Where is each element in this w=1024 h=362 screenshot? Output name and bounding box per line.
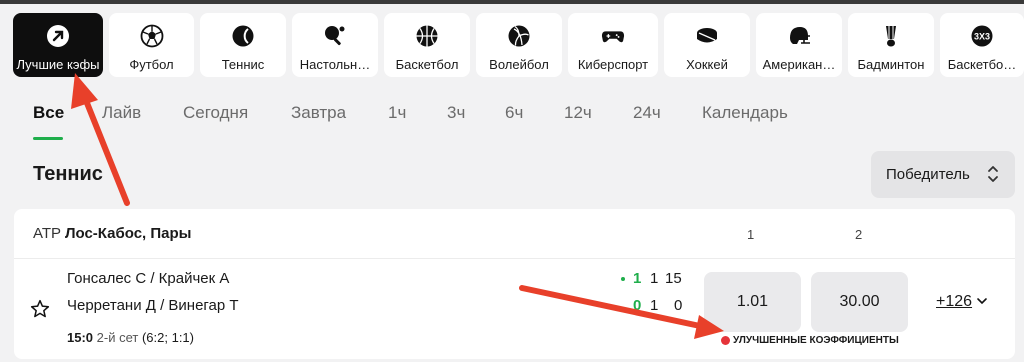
sport-tile-american-football[interactable]: Американ…	[756, 13, 842, 77]
team-away[interactable]: Черретани Д / Винегар Т	[67, 297, 239, 314]
market-select-label: Победитель	[886, 166, 970, 183]
sport-tile-esports[interactable]: Киберспорт	[568, 13, 658, 77]
sport-tile-basketball-3x3[interactable]: 3X3 Баскетбо…	[940, 13, 1024, 77]
odd-value: 30.00	[839, 293, 880, 310]
sport-label: Хоккей	[686, 57, 728, 72]
tab-1h[interactable]: 1ч	[388, 103, 406, 123]
table-tennis-icon	[323, 24, 347, 48]
volleyball-icon	[507, 24, 531, 48]
odd-value: 1.01	[736, 293, 769, 310]
tab-6h[interactable]: 6ч	[505, 103, 523, 123]
team1-games: 1	[650, 270, 659, 287]
tab-3h[interactable]: 3ч	[447, 103, 465, 123]
boost-label: УЛУЧШЕННЫЕ КОЭФФИЦИЕНТЫ	[733, 335, 899, 346]
top-border	[0, 0, 1024, 4]
set-scores: (6:2; 1:1)	[141, 330, 194, 345]
team2-games: 1	[650, 297, 659, 314]
column-header-1: 1	[747, 227, 755, 242]
chevron-up-down-icon	[987, 164, 999, 188]
league-category: ATP	[33, 225, 61, 242]
boost-icon	[721, 336, 730, 345]
tennis-icon	[231, 24, 255, 48]
svg-text:3X3: 3X3	[974, 32, 990, 42]
sport-tile-hockey[interactable]: Хоккей	[664, 13, 750, 77]
sport-label: Американ…	[762, 57, 836, 72]
favorite-star-icon[interactable]	[30, 299, 50, 324]
sports-nav: Лучшие кэфы Футбол Теннис Настольн… Баск…	[13, 13, 1024, 77]
sport-tile-badminton[interactable]: Бадминтон	[848, 13, 934, 77]
league-name: Лос-Кабос, Пары	[64, 225, 192, 242]
shuttlecock-icon	[879, 24, 903, 48]
football-icon	[140, 24, 164, 48]
tab-24h[interactable]: 24ч	[633, 103, 661, 123]
tab-all[interactable]: Все	[33, 103, 64, 123]
tab-12h[interactable]: 12ч	[564, 103, 592, 123]
sport-tile-table-tennis[interactable]: Настольн…	[292, 13, 378, 77]
active-tab-indicator	[33, 137, 63, 140]
team1-sets: 1	[633, 270, 642, 287]
sport-label: Баскетбол	[395, 57, 459, 72]
more-markets-button[interactable]: +126	[936, 293, 988, 311]
market-select[interactable]: Победитель	[871, 151, 1015, 198]
tab-tomorrow[interactable]: Завтра	[291, 103, 346, 123]
hockey-puck-icon	[695, 24, 719, 48]
odd-button-2[interactable]: 30.00	[811, 272, 908, 332]
sport-label: Футбол	[129, 57, 174, 72]
sport-tile-volleyball[interactable]: Волейбол	[476, 13, 562, 77]
sport-label: Бадминтон	[857, 57, 925, 72]
3x3-basketball-icon: 3X3	[970, 24, 994, 48]
more-markets-count: +126	[936, 293, 973, 310]
arrow-up-right-icon	[46, 24, 70, 48]
boosted-odds-badge: УЛУЧШЕННЫЕ КОЭФФИЦИЕНТЫ	[721, 335, 899, 346]
sport-label: Баскетбо…	[947, 57, 1017, 72]
section-title: Теннис	[33, 163, 103, 185]
odd-button-1[interactable]: 1.01	[704, 272, 801, 332]
set-label: 2-й сет	[96, 330, 139, 345]
tab-today[interactable]: Сегодня	[183, 103, 248, 123]
serve-indicator	[621, 277, 625, 281]
sport-label: Теннис	[221, 57, 265, 72]
team2-points: 0	[674, 297, 683, 314]
league-title[interactable]: ATP Лос-Кабос, Пары	[33, 225, 191, 242]
event-card: ATP Лос-Кабос, Пары 1 2 Гонсалес С / Кра…	[14, 209, 1015, 359]
column-header-2: 2	[855, 227, 863, 242]
sport-label: Волейбол	[489, 57, 549, 72]
team2-sets: 0	[633, 297, 642, 314]
sport-label: Настольн…	[299, 57, 371, 72]
live-score: 15:0	[67, 330, 94, 345]
tab-calendar[interactable]: Календарь	[702, 103, 788, 123]
sport-label: Лучшие кэфы	[16, 57, 100, 72]
american-football-helmet-icon	[787, 24, 811, 48]
gamepad-icon	[601, 24, 625, 48]
league-header: ATP Лос-Кабос, Пары 1 2	[14, 209, 1015, 259]
sport-tile-football[interactable]: Футбол	[109, 13, 194, 77]
chevron-down-icon	[976, 293, 988, 311]
team1-points: 15	[665, 270, 682, 287]
sport-tile-best-odds[interactable]: Лучшие кэфы	[13, 13, 103, 77]
sport-tile-tennis[interactable]: Теннис	[200, 13, 286, 77]
sport-label: Киберспорт	[577, 57, 649, 72]
team-home[interactable]: Гонсалес С / Крайчек А	[67, 270, 229, 287]
sport-tile-basketball[interactable]: Баскетбол	[384, 13, 470, 77]
tab-live[interactable]: Лайв	[102, 103, 141, 123]
basketball-icon	[415, 24, 439, 48]
match-status: 15:0 2-й сет (6:2; 1:1)	[67, 330, 194, 345]
